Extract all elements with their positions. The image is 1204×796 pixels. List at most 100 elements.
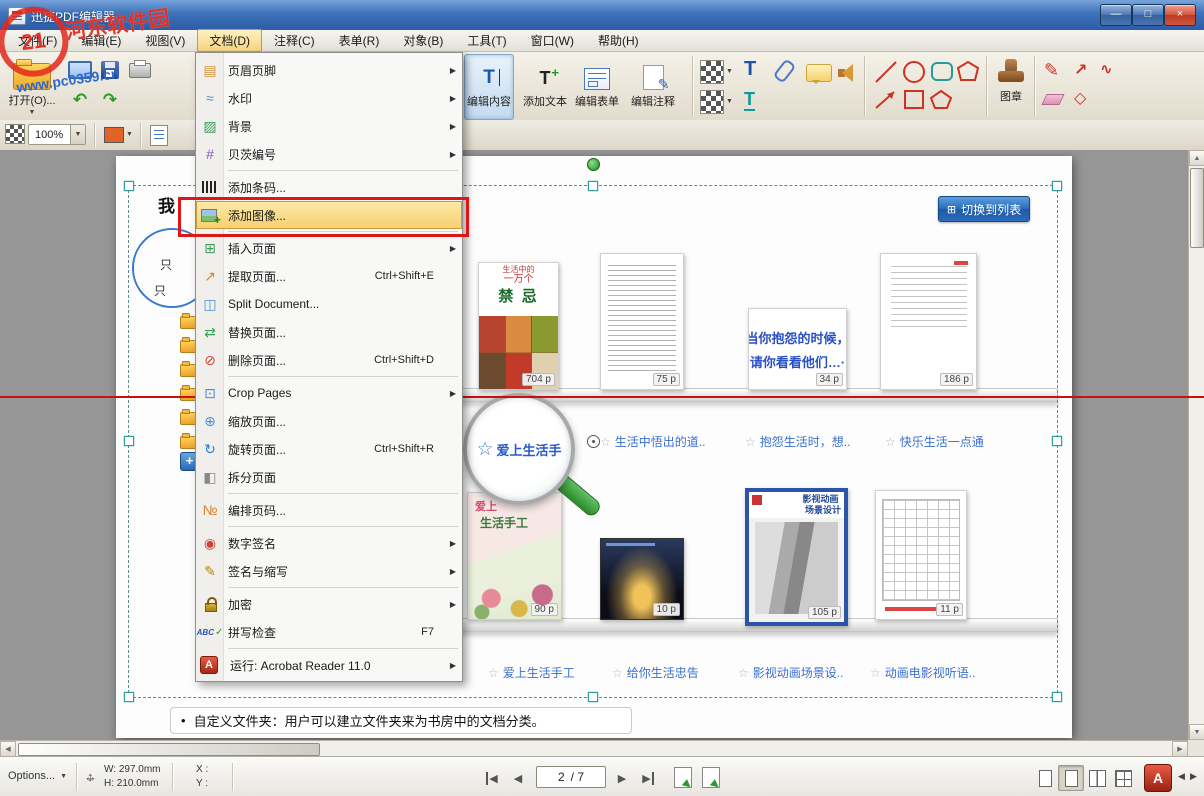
scroll-down-button[interactable]: ▼ [1189, 724, 1204, 740]
menubar-item[interactable]: 文档(D) [197, 29, 262, 52]
book-cover[interactable]: 生活中的一万个禁 忌704 p [478, 262, 559, 390]
menu-item-resize-pages[interactable]: ⊕缩放页面... [196, 407, 462, 435]
selection-handle[interactable] [1052, 436, 1062, 446]
minimize-button[interactable]: — [1100, 4, 1132, 26]
vertical-scrollbar[interactable]: ▲ ▼ [1188, 150, 1204, 740]
continuous-view-button[interactable] [1058, 765, 1084, 791]
page-number-input[interactable]: 2 / 7 [536, 766, 606, 788]
menubar-item[interactable]: 帮助(H) [586, 29, 651, 52]
menu-item-digital-signature[interactable]: ◉数字签名▶ [196, 529, 462, 557]
edit-annotation-button[interactable]: 编辑注释 [628, 54, 678, 120]
fill-color-swatch[interactable] [104, 127, 124, 143]
menubar-item[interactable]: 对象(B) [391, 29, 455, 52]
snapshot-button[interactable] [702, 767, 720, 788]
menu-item-sign-and-initials[interactable]: ✎签名与缩写▶ [196, 557, 462, 585]
book-cover[interactable]: 爱上生活手工90 p [467, 492, 562, 620]
vertical-scroll-thumb[interactable] [1190, 168, 1204, 248]
horizontal-scrollbar[interactable]: ◀ ▶ [0, 740, 1188, 756]
scroll-right-button[interactable]: ▶ [1172, 741, 1188, 757]
book-title-link[interactable]: ☆爱上生活手工 [488, 664, 575, 681]
selection-handle[interactable] [124, 692, 134, 702]
menubar-item[interactable]: 工具(T) [455, 29, 518, 52]
arrow-annotation-icon[interactable]: ↗ [1074, 60, 1087, 80]
add-text-button[interactable]: T添加文本 [520, 54, 570, 120]
close-button[interactable]: × [1164, 4, 1196, 26]
two-page-view-button[interactable] [1084, 765, 1110, 791]
book-title-link[interactable]: ☆生活中悟出的道.. [600, 433, 705, 450]
stamp-button[interactable]: 图章 [990, 54, 1032, 118]
acrobat-reader-icon[interactable]: A [1144, 764, 1172, 792]
menubar-item[interactable]: 表单(R) [327, 29, 392, 52]
open-button[interactable]: 打开(O)... ▼ [2, 53, 62, 119]
textbox-tool-icon[interactable]: T [744, 90, 755, 111]
selection-handle[interactable] [1052, 181, 1062, 191]
scroll-up-button[interactable]: ▲ [1189, 150, 1204, 166]
shape-tools-icons[interactable] [872, 58, 984, 114]
next-page-button[interactable]: ▶ [610, 766, 634, 790]
pattern-dropdown-icon[interactable]: ▼ [726, 68, 733, 75]
redo-button[interactable]: ↷ [96, 86, 124, 114]
menubar-item[interactable]: 编辑(E) [69, 29, 133, 52]
menu-item-split-document[interactable]: ◫Split Document... [196, 290, 462, 318]
export-page-button[interactable] [674, 767, 692, 788]
open-dropdown-icon[interactable]: ▼ [29, 110, 36, 115]
curve-tool-icon[interactable]: ∿ [1100, 60, 1113, 78]
overflow-right-icon[interactable]: ▶ [1190, 771, 1197, 782]
book-title-link[interactable]: ☆抱怨生活时，想.. [745, 433, 850, 450]
last-page-button[interactable]: ▶ [636, 766, 660, 790]
edit-form-button[interactable]: 编辑表单 [572, 54, 622, 120]
eraser-icon[interactable] [1041, 94, 1064, 105]
menu-item-acrobat-reader[interactable]: A运行: Acrobat Reader 11.0▶ [196, 651, 462, 679]
transparency-icon[interactable] [5, 124, 25, 144]
properties-icon[interactable] [150, 125, 168, 146]
book-cover[interactable]: 186 p [880, 253, 977, 390]
overflow-left-icon[interactable]: ◀ [1178, 771, 1185, 782]
attachment-icon[interactable] [773, 58, 797, 83]
selection-handle[interactable] [588, 181, 598, 191]
menu-item-crop-pages[interactable]: ⊡Crop Pages▶ [196, 379, 462, 407]
comment-icon[interactable] [806, 64, 832, 82]
scroll-left-button[interactable]: ◀ [0, 741, 16, 757]
print-button[interactable] [126, 56, 154, 84]
previous-page-button[interactable]: ◀ [506, 766, 530, 790]
first-page-button[interactable]: ◀ [480, 766, 504, 790]
zoom-dropdown-icon[interactable]: ▼ [70, 125, 85, 144]
save-button[interactable] [96, 56, 124, 84]
menu-item-extract-pages[interactable]: ↗提取页面...Ctrl+Shift+E [196, 262, 462, 290]
selection-handle[interactable] [588, 692, 598, 702]
shape-annotation-icon[interactable]: ◇ [1074, 88, 1086, 108]
menu-item-rotate-pages[interactable]: ↻旋转页面...Ctrl+Shift+R [196, 435, 462, 463]
book-cover[interactable]: 10 p [600, 538, 684, 620]
book-cover[interactable]: 当你抱怨的时候，请你看看他们…·34 p [748, 308, 847, 390]
menu-item-insert-pages[interactable]: ⊞插入页面▶ [196, 234, 462, 262]
pattern-tool-2-button[interactable] [700, 90, 724, 114]
switch-to-list-button[interactable]: ⊞ 切换到列表 [938, 196, 1030, 222]
menu-item-watermark[interactable]: ≈水印▶ [196, 84, 462, 112]
selection-handle[interactable] [1052, 692, 1062, 702]
pencil-tool-icon[interactable]: ✎ [1044, 60, 1059, 81]
maximize-button[interactable]: □ [1132, 4, 1164, 26]
pattern-2-dropdown-icon[interactable]: ▼ [726, 98, 733, 105]
menu-item-spell-check[interactable]: ABC拼写检查F7 [196, 618, 462, 646]
menu-item-delete-pages[interactable]: ⊘删除页面...Ctrl+Shift+D [196, 346, 462, 374]
grid-view-button[interactable] [1110, 765, 1136, 791]
menubar-item[interactable]: 注释(C) [262, 29, 327, 52]
menubar-item[interactable]: 视图(V) [133, 29, 197, 52]
menu-item-number-pages[interactable]: №编排页码... [196, 496, 462, 524]
book-title-link[interactable]: ☆给你生活忠告 [612, 664, 699, 681]
text-tool-icon[interactable]: T [744, 58, 756, 81]
menu-item-background[interactable]: ▨背景▶ [196, 112, 462, 140]
book-cover[interactable]: 75 p [600, 253, 684, 390]
pattern-tool-button[interactable] [700, 60, 724, 84]
book-cover[interactable]: 影视动画 场景设计105 p [745, 488, 848, 626]
rotation-handle[interactable] [587, 158, 600, 171]
selection-handle[interactable] [124, 181, 134, 191]
menu-item-replace-pages[interactable]: ⇄替换页面... [196, 318, 462, 346]
view-mode-button[interactable] [66, 56, 94, 84]
color-dropdown-icon[interactable]: ▼ [126, 131, 133, 138]
book-title-link[interactable]: ☆快乐生活一点通 [885, 433, 984, 450]
book-title-link[interactable]: ☆影视动画场景设.. [738, 664, 843, 681]
book-cover[interactable]: 11 p [875, 490, 967, 620]
menu-item-header-footer[interactable]: ▤页眉页脚▶ [196, 56, 462, 84]
menubar-item[interactable]: 文件(F) [6, 29, 69, 52]
